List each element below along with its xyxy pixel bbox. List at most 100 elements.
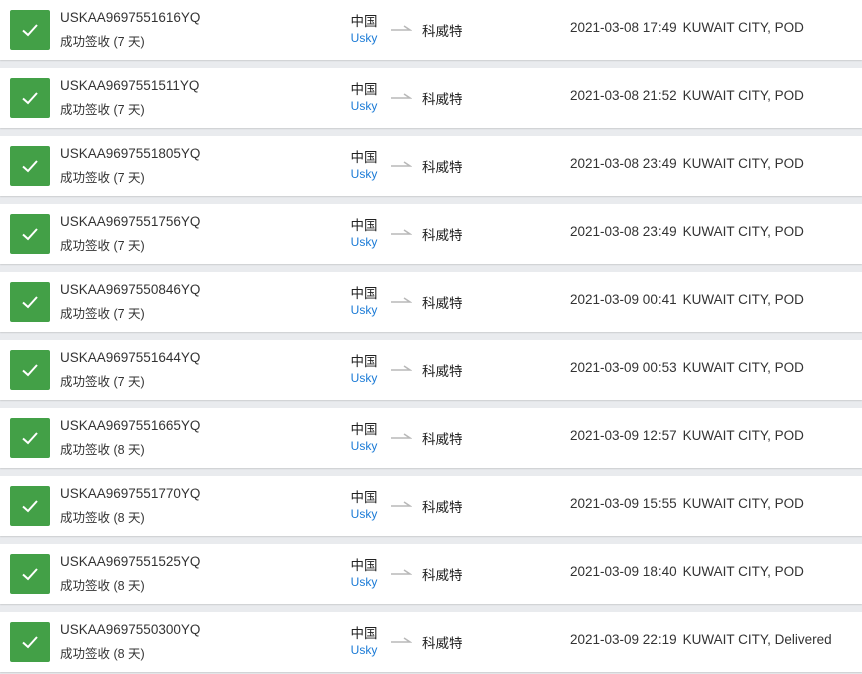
carrier-link[interactable]: Usky: [336, 31, 392, 45]
origin-country: 中国: [350, 354, 378, 369]
tracking-number[interactable]: USKAA9697551616YQ: [60, 10, 200, 25]
latest-event: 2021-03-08 17:49 KUWAIT CITY, POD: [570, 20, 804, 35]
check-icon: [10, 282, 50, 322]
arrow-right-icon: [391, 637, 412, 643]
origin-country: 中国: [350, 490, 378, 505]
arrow-right-icon: [391, 297, 412, 303]
check-icon: [10, 350, 50, 390]
destination-country: 科威特: [422, 24, 463, 39]
latest-event: 2021-03-08 21:52 KUWAIT CITY, POD: [570, 88, 804, 103]
destination-country: 科威特: [422, 568, 463, 583]
carrier-link[interactable]: Usky: [336, 439, 392, 453]
destination-country: 科威特: [422, 432, 463, 447]
tracking-number[interactable]: USKAA9697551644YQ: [60, 350, 200, 365]
shipment-row[interactable]: USKAA9697551770YQ 成功签收 (8 天) 中国 Usky 科威特…: [0, 476, 862, 536]
shipment-row[interactable]: USKAA9697551525YQ 成功签收 (8 天) 中国 Usky 科威特…: [0, 544, 862, 604]
tracking-number[interactable]: USKAA9697551525YQ: [60, 554, 200, 569]
event-description: KUWAIT CITY, POD: [682, 564, 804, 579]
event-description: KUWAIT CITY, POD: [682, 496, 804, 511]
event-description: KUWAIT CITY, POD: [682, 20, 804, 35]
arrow-right-icon: [391, 501, 412, 507]
shipment-row[interactable]: USKAA9697551756YQ 成功签收 (7 天) 中国 Usky 科威特…: [0, 204, 862, 264]
carrier-link[interactable]: Usky: [336, 99, 392, 113]
origin-country: 中国: [350, 218, 378, 233]
destination-country: 科威特: [422, 296, 463, 311]
origin-country: 中国: [350, 286, 378, 301]
shipment-row[interactable]: USKAA9697551616YQ 成功签收 (7 天) 中国 Usky 科威特…: [0, 0, 862, 60]
event-time: 2021-03-09 00:41: [570, 292, 677, 307]
check-icon: [10, 10, 50, 50]
check-icon: [10, 214, 50, 254]
tracking-number[interactable]: USKAA9697550846YQ: [60, 282, 200, 297]
origin-country: 中国: [350, 558, 378, 573]
check-icon: [10, 78, 50, 118]
carrier-link[interactable]: Usky: [336, 371, 392, 385]
arrow-right-icon: [391, 433, 412, 439]
arrow-right-icon: [391, 365, 412, 371]
delivery-status: 成功签收 (7 天): [60, 375, 145, 389]
arrow-right-icon: [391, 161, 412, 167]
event-time: 2021-03-09 18:40: [570, 564, 677, 579]
latest-event: 2021-03-09 00:41 KUWAIT CITY, POD: [570, 292, 804, 307]
event-time: 2021-03-08 23:49: [570, 156, 677, 171]
event-description: KUWAIT CITY, POD: [682, 156, 804, 171]
arrow-right-icon: [391, 93, 412, 99]
event-description: KUWAIT CITY, POD: [682, 224, 804, 239]
event-description: KUWAIT CITY, POD: [682, 360, 804, 375]
origin-country: 中国: [350, 82, 378, 97]
check-icon: [10, 622, 50, 662]
tracking-number[interactable]: USKAA9697551756YQ: [60, 214, 200, 229]
shipment-row[interactable]: USKAA9697551511YQ 成功签收 (7 天) 中国 Usky 科威特…: [0, 68, 862, 128]
tracking-number[interactable]: USKAA9697551805YQ: [60, 146, 200, 161]
shipment-row[interactable]: USKAA9697551805YQ 成功签收 (7 天) 中国 Usky 科威特…: [0, 136, 862, 196]
event-time: 2021-03-09 22:19: [570, 632, 677, 647]
carrier-link[interactable]: Usky: [336, 575, 392, 589]
check-icon: [10, 486, 50, 526]
delivery-status: 成功签收 (8 天): [60, 511, 145, 525]
delivery-status: 成功签收 (7 天): [60, 171, 145, 185]
carrier-link[interactable]: Usky: [336, 643, 392, 657]
delivery-status: 成功签收 (8 天): [60, 647, 145, 661]
event-time: 2021-03-09 00:53: [570, 360, 677, 375]
check-icon: [10, 146, 50, 186]
check-icon: [10, 554, 50, 594]
delivery-status: 成功签收 (7 天): [60, 35, 145, 49]
carrier-link[interactable]: Usky: [336, 303, 392, 317]
delivery-status: 成功签收 (8 天): [60, 443, 145, 457]
shipment-row[interactable]: USKAA9697551644YQ 成功签收 (7 天) 中国 Usky 科威特…: [0, 340, 862, 400]
delivery-status: 成功签收 (7 天): [60, 239, 145, 253]
origin-country: 中国: [350, 14, 378, 29]
shipment-row[interactable]: USKAA9697550300YQ 成功签收 (8 天) 中国 Usky 科威特…: [0, 612, 862, 672]
event-description: KUWAIT CITY, Delivered: [682, 632, 832, 647]
carrier-link[interactable]: Usky: [336, 235, 392, 249]
event-description: KUWAIT CITY, POD: [682, 428, 804, 443]
delivery-status: 成功签收 (8 天): [60, 579, 145, 593]
origin-country: 中国: [350, 626, 378, 641]
tracking-number[interactable]: USKAA9697551665YQ: [60, 418, 200, 433]
carrier-link[interactable]: Usky: [336, 507, 392, 521]
shipment-row[interactable]: USKAA9697550846YQ 成功签收 (7 天) 中国 Usky 科威特…: [0, 272, 862, 332]
carrier-link[interactable]: Usky: [336, 167, 392, 181]
tracking-number[interactable]: USKAA9697550300YQ: [60, 622, 200, 637]
tracking-number[interactable]: USKAA9697551770YQ: [60, 486, 200, 501]
delivery-status: 成功签收 (7 天): [60, 307, 145, 321]
event-time: 2021-03-08 17:49: [570, 20, 677, 35]
event-description: KUWAIT CITY, POD: [682, 88, 804, 103]
origin-country: 中国: [350, 150, 378, 165]
tracking-number[interactable]: USKAA9697551511YQ: [60, 78, 199, 93]
event-time: 2021-03-08 23:49: [570, 224, 677, 239]
latest-event: 2021-03-08 23:49 KUWAIT CITY, POD: [570, 156, 804, 171]
event-time: 2021-03-08 21:52: [570, 88, 677, 103]
destination-country: 科威特: [422, 636, 463, 651]
event-time: 2021-03-09 15:55: [570, 496, 677, 511]
destination-country: 科威特: [422, 228, 463, 243]
destination-country: 科威特: [422, 160, 463, 175]
shipment-row[interactable]: USKAA9697551665YQ 成功签收 (8 天) 中国 Usky 科威特…: [0, 408, 862, 468]
latest-event: 2021-03-09 22:19 KUWAIT CITY, Delivered: [570, 632, 832, 647]
arrow-right-icon: [391, 569, 412, 575]
destination-country: 科威特: [422, 92, 463, 107]
latest-event: 2021-03-09 15:55 KUWAIT CITY, POD: [570, 496, 804, 511]
destination-country: 科威特: [422, 500, 463, 515]
arrow-right-icon: [391, 229, 412, 235]
latest-event: 2021-03-08 23:49 KUWAIT CITY, POD: [570, 224, 804, 239]
